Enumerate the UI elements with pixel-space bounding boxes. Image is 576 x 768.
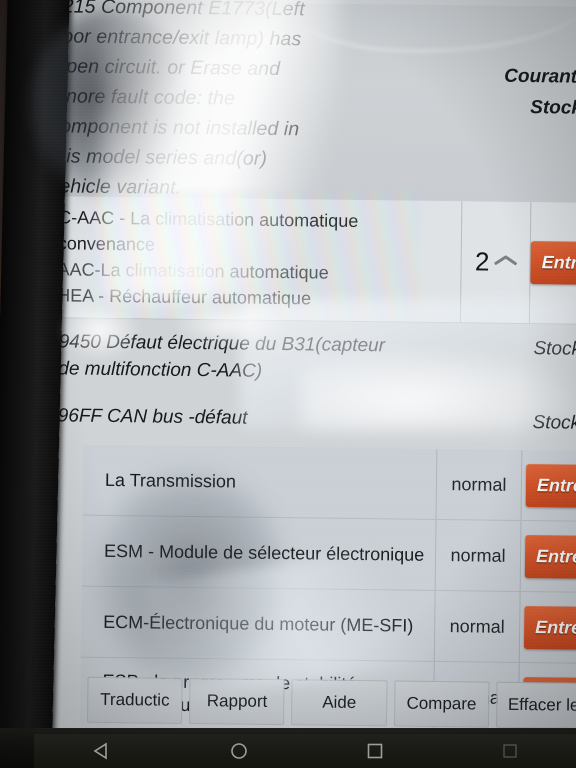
- fault-count-cell[interactable]: 2: [459, 201, 531, 324]
- plain-fault-line-2: de multifonction C-AAC): [58, 358, 263, 382]
- enter-button[interactable]: Entrer: [524, 534, 576, 579]
- fault-description: C-AAC - La climatisation automatique con…: [43, 196, 461, 322]
- module-name: La Transmission: [83, 445, 437, 519]
- fault-action-cell: Entrer: [528, 202, 576, 324]
- module-row[interactable]: La Transmission normal Entrer: [82, 444, 576, 521]
- module-name: ESM - Module de sélecteur électronique: [82, 516, 436, 590]
- plain-fault-text: 96FF CAN bus -défaut: [58, 402, 481, 434]
- bottom-toolbar: Traductic Rapport Aide Compare Effacer l…: [87, 676, 576, 729]
- enter-button[interactable]: Entrer: [530, 241, 576, 285]
- extra-key-icon[interactable]: [501, 742, 519, 760]
- plain-fault-line-1: 96FF CAN bus -défaut: [57, 405, 248, 429]
- tablet-screen: 5215 Component E1773(Left door entrance/…: [24, 0, 576, 755]
- module-row[interactable]: ECM-Électronique du moteur (ME-SFI) norm…: [80, 585, 576, 663]
- status-column-header: Courant e Stocké: [412, 60, 576, 124]
- back-triangle-icon[interactable]: [91, 740, 113, 762]
- clear-codes-button[interactable]: Effacer le: [495, 681, 576, 729]
- help-button[interactable]: Aide: [291, 679, 388, 727]
- module-action-cell: Entrer: [518, 591, 576, 663]
- enter-button[interactable]: Entrer: [525, 463, 576, 508]
- android-navigation-bar: [34, 734, 576, 768]
- info-message: 5215 Component E1773(Left door entrance/…: [49, 0, 382, 205]
- fault-list: C-AAC - La climatisation automatique con…: [41, 196, 576, 447]
- info-line-2: Open circuit. or Erase and: [50, 55, 281, 81]
- fault-subline-2: HEA - Réchauffeur automatique: [57, 285, 312, 309]
- info-line-3: ignore fault code: the: [50, 85, 236, 110]
- module-name-text: ESM - Module de sélecteur électronique: [103, 540, 425, 565]
- module-row[interactable]: ESM - Module de sélecteur électronique n…: [81, 514, 576, 592]
- enter-button[interactable]: Entrer: [523, 605, 576, 650]
- recents-square-icon[interactable]: [364, 740, 386, 762]
- compare-button[interactable]: Compare: [393, 680, 490, 728]
- module-name-text: ECM-Électronique du moteur (ME-SFI): [103, 611, 414, 636]
- module-action-cell: Entrer: [519, 520, 576, 592]
- plain-fault-state: Stocké: [532, 412, 576, 434]
- module-status: normal: [434, 519, 521, 591]
- tablet-photo: 5215 Component E1773(Left door entrance/…: [0, 0, 576, 768]
- plain-fault-text: 9450 Défaut électrique du B31(capteur de…: [58, 328, 482, 387]
- info-panel: 5215 Component E1773(Left door entrance/…: [31, 0, 576, 203]
- module-name: ECM-Électronique du moteur (ME-SFI): [81, 587, 435, 661]
- module-status: normal: [433, 590, 520, 662]
- report-button[interactable]: Rapport: [189, 677, 285, 726]
- chevron-up-icon[interactable]: [494, 255, 516, 269]
- status-header-line-0: Courant e: [504, 65, 576, 88]
- home-circle-icon[interactable]: [228, 740, 250, 762]
- translate-button[interactable]: Traductic: [87, 676, 183, 724]
- info-line-1: door entrance/exit lamp) has: [51, 25, 302, 51]
- fault-row[interactable]: C-AAC - La climatisation automatique con…: [42, 196, 576, 325]
- info-line-5: this model series and(or): [49, 145, 268, 170]
- plain-fault-row[interactable]: 96FF CAN bus -défaut Stocké: [41, 392, 576, 447]
- module-name-text: La Transmission: [104, 469, 237, 492]
- status-header-line-1: Stocké: [530, 97, 576, 119]
- plain-fault-state: Stocké: [533, 338, 576, 360]
- plain-fault-row[interactable]: 9450 Défaut électrique du B31(capteur de…: [42, 318, 576, 399]
- module-status: normal: [435, 448, 522, 520]
- fault-count-value: 2: [474, 246, 490, 277]
- module-action-cell: Entrer: [520, 449, 576, 521]
- info-line-4: component is not installed in: [50, 115, 300, 141]
